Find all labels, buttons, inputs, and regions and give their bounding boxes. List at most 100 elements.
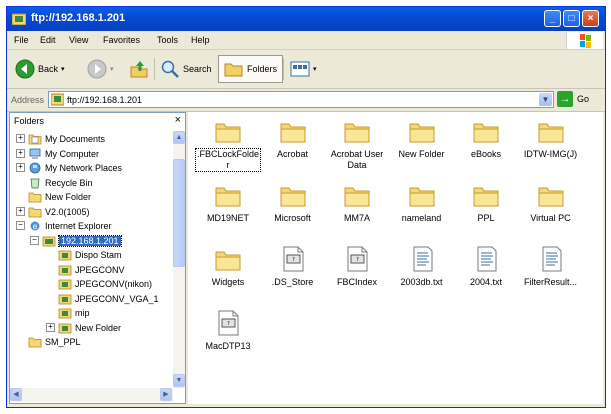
scroll-up-icon[interactable]: ▲ — [173, 131, 185, 144]
folder-item[interactable]: PPL — [454, 182, 518, 224]
menu-edit[interactable]: Edit — [40, 35, 56, 45]
up-folder-button[interactable] — [129, 54, 149, 84]
documents-icon — [28, 133, 42, 145]
ftp-folder-icon — [58, 293, 72, 305]
tree-item[interactable]: + My Network Places — [16, 161, 122, 175]
back-label: Back — [38, 64, 59, 74]
folders-button[interactable]: Folders — [218, 55, 284, 83]
back-dropdown-icon[interactable]: ▾ — [61, 65, 65, 73]
maximize-button[interactable]: □ — [563, 10, 580, 27]
back-button[interactable]: Back ▾ — [15, 54, 65, 84]
tree-item[interactable]: mip — [58, 306, 90, 320]
folder-icon — [28, 191, 42, 203]
expand-icon[interactable]: + — [16, 148, 25, 158]
tree-item[interactable]: JPEGCONV_VGA_1 — [58, 292, 159, 306]
tree-item[interactable]: New Folder — [28, 190, 91, 204]
menu-favorites[interactable]: Favorites — [103, 35, 140, 45]
file-item[interactable]: ? .DS_Store — [261, 246, 325, 288]
folder-item[interactable]: MD19NET — [196, 182, 260, 224]
folder-item[interactable]: Virtual PC — [519, 182, 583, 224]
tree-item[interactable]: SM_PPL — [28, 335, 81, 349]
go-button[interactable]: → Go — [557, 91, 589, 107]
file-name: .FBCLockFolder — [195, 148, 261, 172]
folder-item[interactable]: New Folder — [390, 118, 454, 160]
expand-icon[interactable]: + — [46, 322, 55, 332]
folder-item[interactable]: IDTW-IMG(J) — [519, 118, 583, 160]
folder-item[interactable]: Microsoft — [261, 182, 325, 224]
explorer-window: ftp://192.168.1.201 _ □ × File Edit View… — [6, 6, 606, 408]
tree-item[interactable]: + V2.0(1005) — [16, 205, 90, 219]
file-name: Widgets — [211, 277, 245, 287]
menu-bar: File Edit View Favorites Tools Help — [7, 31, 605, 50]
go-label: Go — [577, 94, 590, 104]
file-name: MM7A — [343, 213, 370, 223]
tree-item[interactable]: + My Documents — [16, 132, 105, 146]
folders-pane: Folders × + My Documents + My Computer + My N… — [9, 112, 186, 404]
file-icon: ? — [343, 246, 371, 272]
menu-help[interactable]: Help — [191, 35, 210, 45]
tree-item-label: JPEGCONV — [75, 264, 125, 275]
folder-item[interactable]: nameland — [390, 182, 454, 224]
address-value: ftp://192.168.1.201 — [67, 95, 143, 105]
scroll-thumb[interactable] — [173, 159, 185, 267]
search-button[interactable]: Search — [160, 54, 212, 84]
address-bar: Address ftp://192.168.1.201 ▼ → Go — [7, 89, 605, 112]
tree-item-label: JPEGCONV(nikon) — [75, 279, 153, 289]
tree-item[interactable]: Recycle Bin — [28, 176, 93, 190]
collapse-icon[interactable]: − — [16, 221, 25, 230]
file-item[interactable]: ? MacDTP13 — [196, 310, 260, 352]
menu-view[interactable]: View — [69, 35, 88, 45]
tree-item[interactable]: + My Computer — [16, 147, 99, 161]
scroll-right-icon[interactable]: ▶ — [160, 388, 172, 401]
file-name: Acrobat User Data — [330, 149, 384, 170]
tree-item-label: JPEGCONV_VGA_1 — [75, 293, 159, 304]
forward-dropdown-icon[interactable]: ▾ — [110, 65, 114, 73]
tree-item[interactable]: JPEGCONV — [58, 263, 125, 277]
minimize-button[interactable]: _ — [544, 10, 561, 27]
collapse-icon[interactable]: − — [30, 235, 39, 245]
folder-item[interactable]: Acrobat User Data — [325, 118, 389, 171]
scroll-left-icon[interactable]: ◀ — [10, 388, 22, 401]
tree-item[interactable]: Dispo Stam — [58, 248, 122, 262]
tree-item[interactable]: JPEGCONV(nikon) — [58, 277, 152, 291]
title-bar[interactable]: ftp://192.168.1.201 _ □ × — [7, 7, 605, 31]
views-dropdown-icon[interactable]: ▾ — [313, 65, 317, 73]
scroll-down-icon[interactable]: ▼ — [173, 374, 185, 387]
file-item[interactable]: 2003db.txt — [390, 246, 454, 288]
svg-text:?: ? — [292, 257, 295, 263]
window-title: ftp://192.168.1.201 — [31, 12, 126, 24]
file-item[interactable]: FilterResult... — [519, 246, 583, 288]
file-name: Acrobat — [276, 149, 309, 159]
folder-item[interactable]: MM7A — [325, 182, 389, 224]
network-icon — [28, 162, 42, 174]
tree-item[interactable]: − e Internet Explorer — [16, 219, 112, 233]
expand-icon[interactable]: + — [16, 206, 25, 216]
file-item[interactable]: ? FBCIndex — [325, 246, 389, 288]
folder-item[interactable]: Widgets — [196, 246, 260, 288]
folders-pane-close-icon[interactable]: × — [175, 114, 181, 126]
folder-icon — [28, 206, 42, 218]
file-name: New Folder — [398, 149, 445, 159]
folder-item[interactable]: .FBCLockFolder — [195, 118, 261, 172]
address-input[interactable]: ftp://192.168.1.201 ▼ — [48, 91, 554, 108]
tree-item-label: Dispo Stam — [75, 250, 122, 260]
tree-item[interactable]: − 192.168.1.201 — [30, 234, 122, 248]
file-icon: ? — [279, 246, 307, 272]
expand-icon[interactable]: + — [16, 163, 25, 172]
menu-file[interactable]: File — [14, 35, 29, 45]
menu-tools[interactable]: Tools — [157, 35, 178, 45]
expand-icon[interactable]: + — [16, 134, 25, 143]
file-item[interactable]: 2004.txt — [454, 246, 518, 288]
folder-item[interactable]: Acrobat — [261, 118, 325, 160]
tree-horizontal-scrollbar[interactable]: ◀ ▶ — [10, 388, 173, 402]
folder-item[interactable]: eBooks — [454, 118, 518, 160]
ftp-address-icon — [51, 93, 64, 106]
tree-item[interactable]: + New Folder — [46, 321, 121, 335]
address-dropdown-icon[interactable]: ▼ — [539, 93, 552, 106]
windows-logo — [566, 32, 603, 49]
file-name: 2003db.txt — [400, 277, 443, 287]
close-button[interactable]: × — [582, 10, 599, 27]
forward-button[interactable]: ▾ — [87, 54, 114, 84]
views-button[interactable]: ▾ — [290, 54, 317, 84]
tree-vertical-scrollbar[interactable]: ▲ ▼ — [173, 131, 185, 388]
